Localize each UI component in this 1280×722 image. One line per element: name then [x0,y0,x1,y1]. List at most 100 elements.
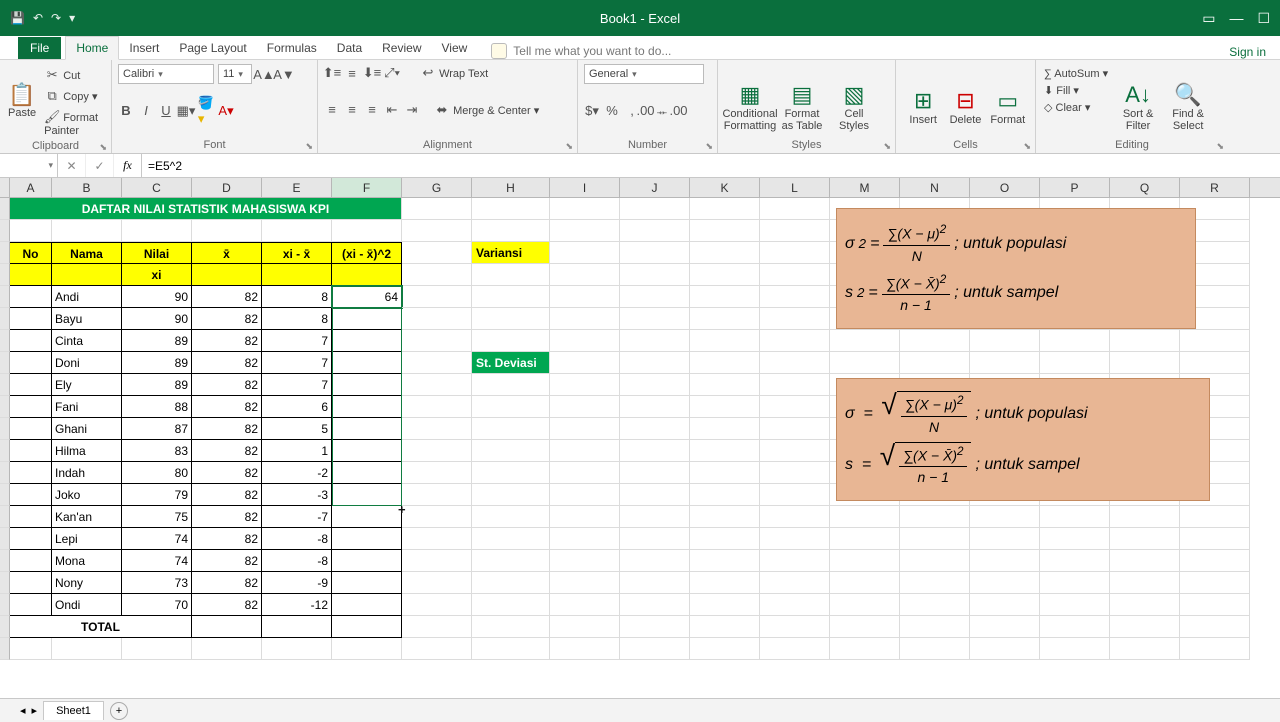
cell[interactable] [1040,330,1110,352]
cell[interactable] [760,374,830,396]
col-F[interactable]: F [332,178,402,197]
cell[interactable] [472,616,550,638]
sheet-nav-prev-icon[interactable]: ◂ [20,704,26,717]
row-header[interactable] [0,308,10,330]
row-header[interactable] [0,220,10,242]
row-header[interactable] [0,484,10,506]
cell[interactable] [1180,506,1250,528]
cell[interactable] [690,198,760,220]
cell[interactable] [472,572,550,594]
cell[interactable] [402,440,472,462]
cell-no[interactable] [10,286,52,308]
tab-file[interactable]: File [18,37,61,59]
row-header[interactable] [0,286,10,308]
worksheet-grid[interactable]: A B C D E F G H I J K L M N O P Q R DAFT… [0,178,1280,698]
cell-nama[interactable]: Indah [52,462,122,484]
cell[interactable] [1040,506,1110,528]
cell[interactable] [900,506,970,528]
cell-nilai[interactable]: 80 [122,462,192,484]
minimize-icon[interactable]: — [1229,10,1243,27]
cell[interactable] [620,418,690,440]
cell[interactable] [900,528,970,550]
cell-sq[interactable] [332,528,402,550]
row-header[interactable] [0,440,10,462]
cell[interactable] [472,264,550,286]
maximize-icon[interactable]: ☐ [1257,10,1270,27]
row-header[interactable] [0,638,10,660]
ribbon-options-icon[interactable]: ▭ [1202,10,1215,27]
cell[interactable] [1110,330,1180,352]
cell[interactable] [900,330,970,352]
cell[interactable] [620,330,690,352]
cell[interactable] [402,198,472,220]
cell[interactable] [760,594,830,616]
align-center-icon[interactable]: ≡ [344,102,360,118]
cell[interactable] [760,484,830,506]
cell-nilai[interactable]: 87 [122,418,192,440]
tab-data[interactable]: Data [327,37,372,59]
cell[interactable] [550,484,620,506]
align-bottom-icon[interactable]: ⬇≡ [364,65,380,81]
cell[interactable] [620,638,690,660]
row-header[interactable] [0,242,10,264]
fill-color-button[interactable]: 🪣▾ [198,103,214,119]
cell-nilai[interactable]: 74 [122,528,192,550]
table-title[interactable]: DAFTAR NILAI STATISTIK MAHASISWA KPI [10,198,402,220]
cell-xbar[interactable]: 82 [192,484,262,506]
cell[interactable] [472,638,550,660]
hdr-sq[interactable]: (xi - x̄)^2 [332,242,402,264]
cell[interactable] [620,308,690,330]
column-headers[interactable]: A B C D E F G H I J K L M N O P Q R [0,178,1280,198]
cell[interactable] [970,572,1040,594]
cell[interactable] [690,308,760,330]
underline-button[interactable]: U [158,103,174,119]
cell[interactable] [620,440,690,462]
cell-diff[interactable]: -8 [262,528,332,550]
cell-xbar[interactable]: 82 [192,594,262,616]
sheet-nav-next-icon[interactable]: ▸ [32,704,38,717]
cell[interactable] [550,330,620,352]
cell-no[interactable] [10,440,52,462]
sign-in-link[interactable]: Sign in [1229,45,1280,59]
cell-nama[interactable]: Andi [52,286,122,308]
cell-diff[interactable]: 8 [262,286,332,308]
cell[interactable] [620,264,690,286]
cell[interactable] [1180,594,1250,616]
cell[interactable] [760,418,830,440]
tab-formulas[interactable]: Formulas [257,37,327,59]
percent-icon[interactable]: % [604,103,620,119]
cell[interactable] [472,418,550,440]
col-C[interactable]: C [122,178,192,197]
cell[interactable] [1110,638,1180,660]
cell-nilai[interactable]: 83 [122,440,192,462]
hdr-nama[interactable]: Nama [52,242,122,264]
currency-icon[interactable]: $▾ [584,103,600,119]
cell[interactable] [1040,528,1110,550]
cell[interactable] [620,198,690,220]
cell[interactable] [970,638,1040,660]
hdr-diff[interactable]: xi - x̄ [262,242,332,264]
cell[interactable] [830,550,900,572]
increase-indent-icon[interactable]: ⇥ [404,102,420,118]
cell[interactable] [402,308,472,330]
font-color-button[interactable]: A▾ [218,103,234,119]
cell[interactable] [1040,550,1110,572]
cell[interactable] [550,264,620,286]
cell-no[interactable] [10,352,52,374]
number-format-select[interactable]: General [584,64,704,84]
add-sheet-button[interactable]: + [110,702,128,720]
cell[interactable] [1040,616,1110,638]
cell-xbar[interactable]: 82 [192,440,262,462]
cell[interactable] [830,616,900,638]
cell-nilai[interactable]: 90 [122,308,192,330]
cell-nilai[interactable]: 75 [122,506,192,528]
col-H[interactable]: H [472,178,550,197]
cell[interactable] [402,638,472,660]
cell-xbar[interactable]: 82 [192,308,262,330]
row-header[interactable] [0,198,10,220]
cell[interactable] [550,308,620,330]
cell-nama[interactable]: Cinta [52,330,122,352]
cell[interactable] [970,616,1040,638]
cell-sq[interactable] [332,506,402,528]
row-header[interactable] [0,528,10,550]
